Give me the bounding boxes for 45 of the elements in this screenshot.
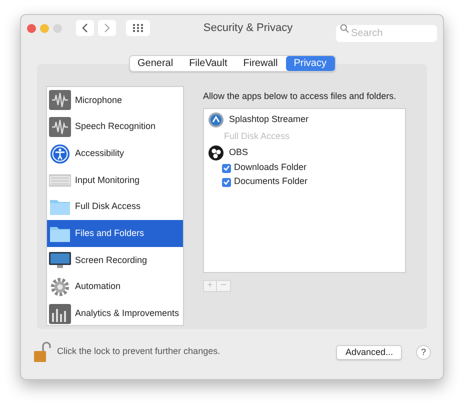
sidebar-item[interactable]: Analytics & Improvements (47, 300, 183, 325)
checkmark-icon (223, 165, 230, 171)
sidebar-item[interactable]: Input Monitoring (47, 167, 183, 194)
advanced-button[interactable]: Advanced... (336, 344, 402, 360)
grid-icon (133, 24, 143, 32)
unlocked-padlock-icon[interactable] (33, 341, 51, 363)
bar-chart-icon (49, 304, 71, 324)
folder-icon (49, 197, 71, 218)
help-button[interactable]: ? (416, 344, 431, 360)
grid-button[interactable] (126, 20, 150, 36)
sidebar-item[interactable]: Automation (47, 274, 183, 300)
chevron-left-icon (82, 23, 88, 33)
checkbox[interactable] (222, 164, 231, 172)
search-field[interactable]: Search (336, 24, 437, 42)
sidebar-item[interactable]: Files and Folders (47, 220, 183, 248)
app-name: OBS (229, 146, 248, 159)
sidebar-item[interactable]: Accessibility (47, 140, 183, 168)
waveform-icon (49, 117, 71, 138)
app-icon (208, 144, 224, 160)
sidebar-item[interactable]: Full Disk Access (47, 194, 183, 220)
back-button[interactable] (76, 20, 94, 36)
accessibility-icon (49, 144, 71, 164)
app-name: Splashtop Streamer (229, 112, 309, 126)
lock-status-text: Click the lock to prevent further changes. (57, 345, 222, 358)
chevron-right-icon (104, 23, 110, 33)
sidebar-item[interactable]: Screen Recording (47, 247, 183, 274)
tab[interactable]: General (130, 56, 182, 71)
close-button[interactable] (27, 24, 36, 32)
permission-note: Full Disk Access (224, 130, 290, 142)
window-title: Security & Privacy (203, 20, 293, 36)
checkbox-label: Documents Folder (234, 175, 308, 188)
app-icon (208, 112, 224, 128)
monitor-icon (49, 250, 71, 270)
checkbox[interactable] (222, 178, 231, 186)
sidebar-item[interactable]: Microphone (47, 87, 183, 114)
checkmark-icon (223, 179, 230, 185)
waveform-icon (49, 90, 71, 110)
tab[interactable]: Firewall (235, 56, 286, 71)
gear-icon (49, 277, 71, 298)
tab[interactable]: FileVault (181, 56, 236, 71)
sidebar-item[interactable]: Speech Recognition (47, 114, 183, 140)
tab[interactable]: Privacy (286, 56, 334, 71)
checkbox-label: Downloads Folder (234, 161, 307, 174)
instructions-text: Allow the apps below to access files and folders. (203, 90, 398, 103)
search-icon (340, 24, 349, 32)
